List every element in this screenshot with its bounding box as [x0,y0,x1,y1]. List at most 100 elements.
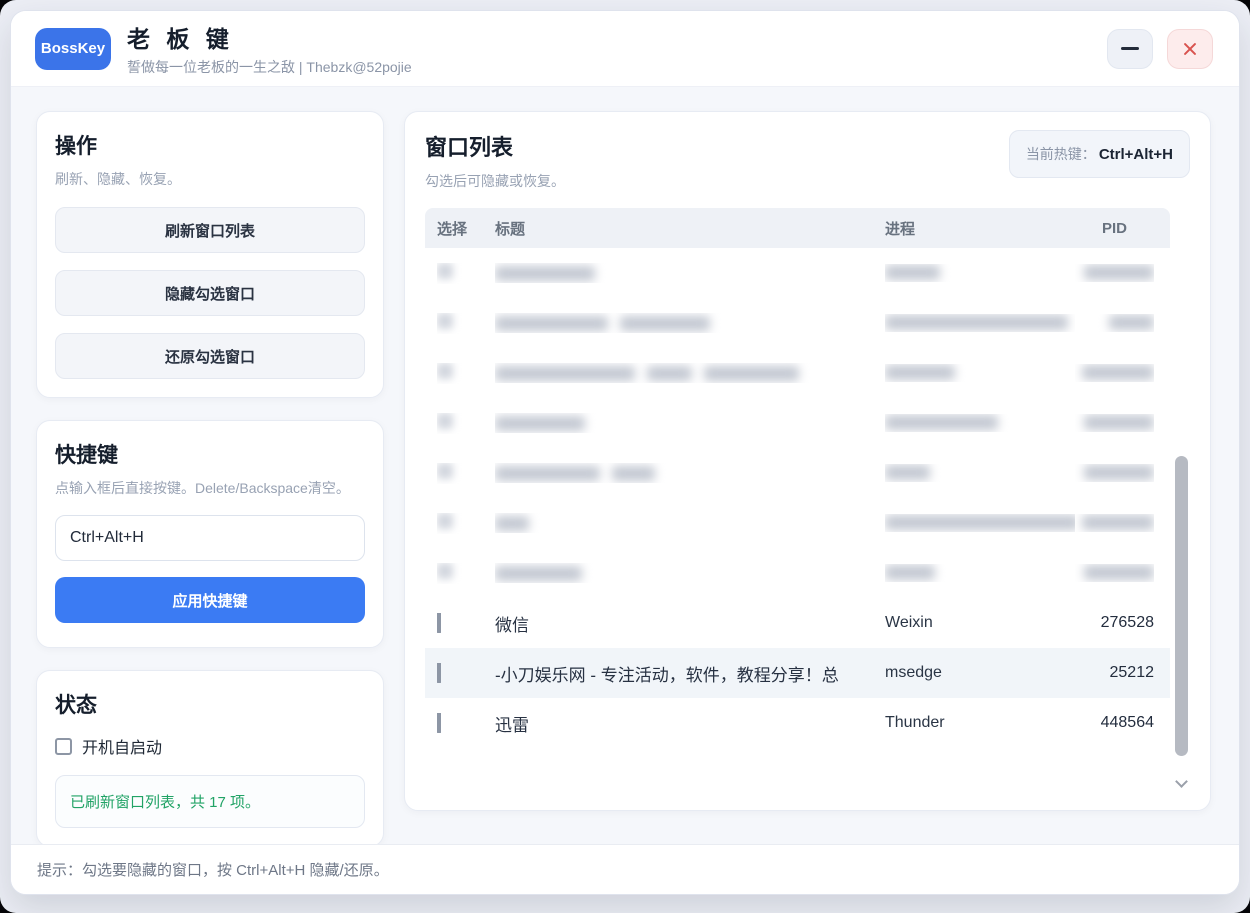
cell-pid [1075,264,1154,282]
cell-title: 迅雷 [495,711,885,736]
hide-selected-button[interactable]: 隐藏勾选窗口 [55,270,365,316]
status-card-title: 状态 [55,689,365,719]
cell-pid: 25212 [1075,664,1154,682]
redacted-text [647,366,692,381]
cell-title [495,463,885,483]
redacted-text [495,516,529,531]
table-row-redacted [425,448,1170,498]
redacted-text [1082,515,1154,530]
actions-card: 操作 刷新、隐藏、恢复。 刷新窗口列表 隐藏勾选窗口 还原勾选窗口 [36,111,384,398]
table-header: 选择 标题 进程 PID [425,208,1170,248]
close-button[interactable] [1167,29,1213,69]
current-hotkey-value: Ctrl+Alt+H [1099,146,1173,163]
column-process: 进程 [885,218,1075,239]
minimize-button[interactable] [1107,29,1153,69]
cell-title [495,563,885,583]
cell-pid: 276528 [1075,614,1154,632]
redacted-text [495,316,608,331]
footer-bar: 提示：勾选要隐藏的窗口，按 Ctrl+Alt+H 隐藏/还原。 [11,844,1239,894]
cell-title [495,363,885,383]
cell-select [437,463,495,484]
redacted-text [885,265,940,280]
cell-process [885,314,1075,332]
autostart-checkbox[interactable] [55,738,72,755]
refresh-windows-button[interactable]: 刷新窗口列表 [55,207,365,253]
table-row-redacted [425,498,1170,548]
window-list-subtitle: 勾选后可隐藏或恢复。 [425,171,565,192]
cell-process [885,364,1075,382]
redacted-text [885,565,935,580]
window-list-header: 窗口列表 勾选后可隐藏或恢复。 当前热键：Ctrl+Alt+H [425,130,1190,192]
current-hotkey-badge: 当前热键：Ctrl+Alt+H [1009,130,1190,178]
table-row-redacted [425,248,1170,298]
window-controls [1107,29,1213,69]
cell-select [437,313,495,334]
redacted-checkbox [437,313,453,329]
cell-title: 微信 [495,611,885,636]
scrollbar[interactable] [1175,252,1188,788]
redacted-checkbox [437,463,453,479]
scroll-down-icon[interactable] [1177,777,1186,786]
cell-title [495,513,885,533]
content-area: 操作 刷新、隐藏、恢复。 刷新窗口列表 隐藏勾选窗口 还原勾选窗口 快捷键 点输… [11,87,1239,844]
redacted-text [495,466,600,481]
redacted-text [1084,465,1154,480]
cell-title: -小刀娱乐网 - 专注活动，软件，教程分享！总 [495,661,885,686]
table-row-redacted [425,548,1170,598]
hotkey-card-subtitle: 点输入框后直接按键。Delete/Backspace清空。 [55,478,365,499]
row-checkbox[interactable] [437,663,441,683]
table-row-redacted [425,398,1170,448]
cell-select [437,363,495,384]
redacted-text [1084,565,1154,580]
scrollbar-thumb[interactable] [1175,456,1188,756]
redacted-text [885,465,930,480]
redacted-checkbox [437,413,453,429]
window-table: 选择 标题 进程 PID 微信Weixin276528 -小刀娱乐网 - 专注活动… [425,208,1190,792]
hotkey-card: 快捷键 点输入框后直接按键。Delete/Backspace清空。 应用快捷键 [36,420,384,648]
redacted-checkbox [437,563,453,579]
redacted-checkbox [437,263,453,279]
cell-pid [1075,464,1154,482]
redacted-text [885,315,1068,330]
cell-select [437,713,495,733]
cell-process [885,514,1075,532]
sidebar: 操作 刷新、隐藏、恢复。 刷新窗口列表 隐藏勾选窗口 还原勾选窗口 快捷键 点输… [36,111,384,811]
row-checkbox[interactable] [437,613,441,633]
redacted-text [1109,315,1154,330]
current-hotkey-label: 当前热键： [1026,146,1096,162]
cell-title [495,413,885,433]
redacted-text [1084,415,1154,430]
status-card: 状态 开机自启动 已刷新窗口列表，共 17 项。 [36,670,384,844]
cell-select [437,513,495,534]
cell-pid: 448564 [1075,714,1154,732]
column-select: 选择 [437,218,495,239]
table-row: -小刀娱乐网 - 专注活动，软件，教程分享！总msedge25212 [425,648,1170,698]
autostart-label: 开机自启动 [82,734,162,758]
cell-select [437,613,495,633]
footer-hint: 提示：勾选要隐藏的窗口，按 Ctrl+Alt+H 隐藏/还原。 [37,859,389,880]
cell-title [495,313,885,333]
cell-process [885,414,1075,432]
hotkey-input[interactable] [55,515,365,561]
cell-process [885,264,1075,282]
window-list-title: 窗口列表 [425,130,565,162]
cell-title [495,263,885,283]
table-row-redacted [425,348,1170,398]
cell-select [437,263,495,284]
cell-pid [1075,364,1154,382]
redacted-text [612,466,655,481]
desktop-background: BossKey 老 板 键 誓做每一位老板的一生之敌 | Thebzk@52po… [0,0,1250,913]
redacted-checkbox [437,513,453,529]
restore-selected-button[interactable]: 还原勾选窗口 [55,333,365,379]
redacted-text [885,515,1075,530]
row-checkbox[interactable] [437,713,441,733]
cell-process: Thunder [885,714,1075,732]
app-title-block: 老 板 键 誓做每一位老板的一生之敌 | Thebzk@52pojie [127,20,412,77]
hotkey-card-title: 快捷键 [55,439,365,469]
cell-process [885,564,1075,582]
app-window: BossKey 老 板 键 誓做每一位老板的一生之敌 | Thebzk@52po… [10,10,1240,895]
redacted-text [495,366,635,381]
autostart-row: 开机自启动 [55,734,365,758]
cell-process: Weixin [885,614,1075,632]
apply-hotkey-button[interactable]: 应用快捷键 [55,577,365,623]
